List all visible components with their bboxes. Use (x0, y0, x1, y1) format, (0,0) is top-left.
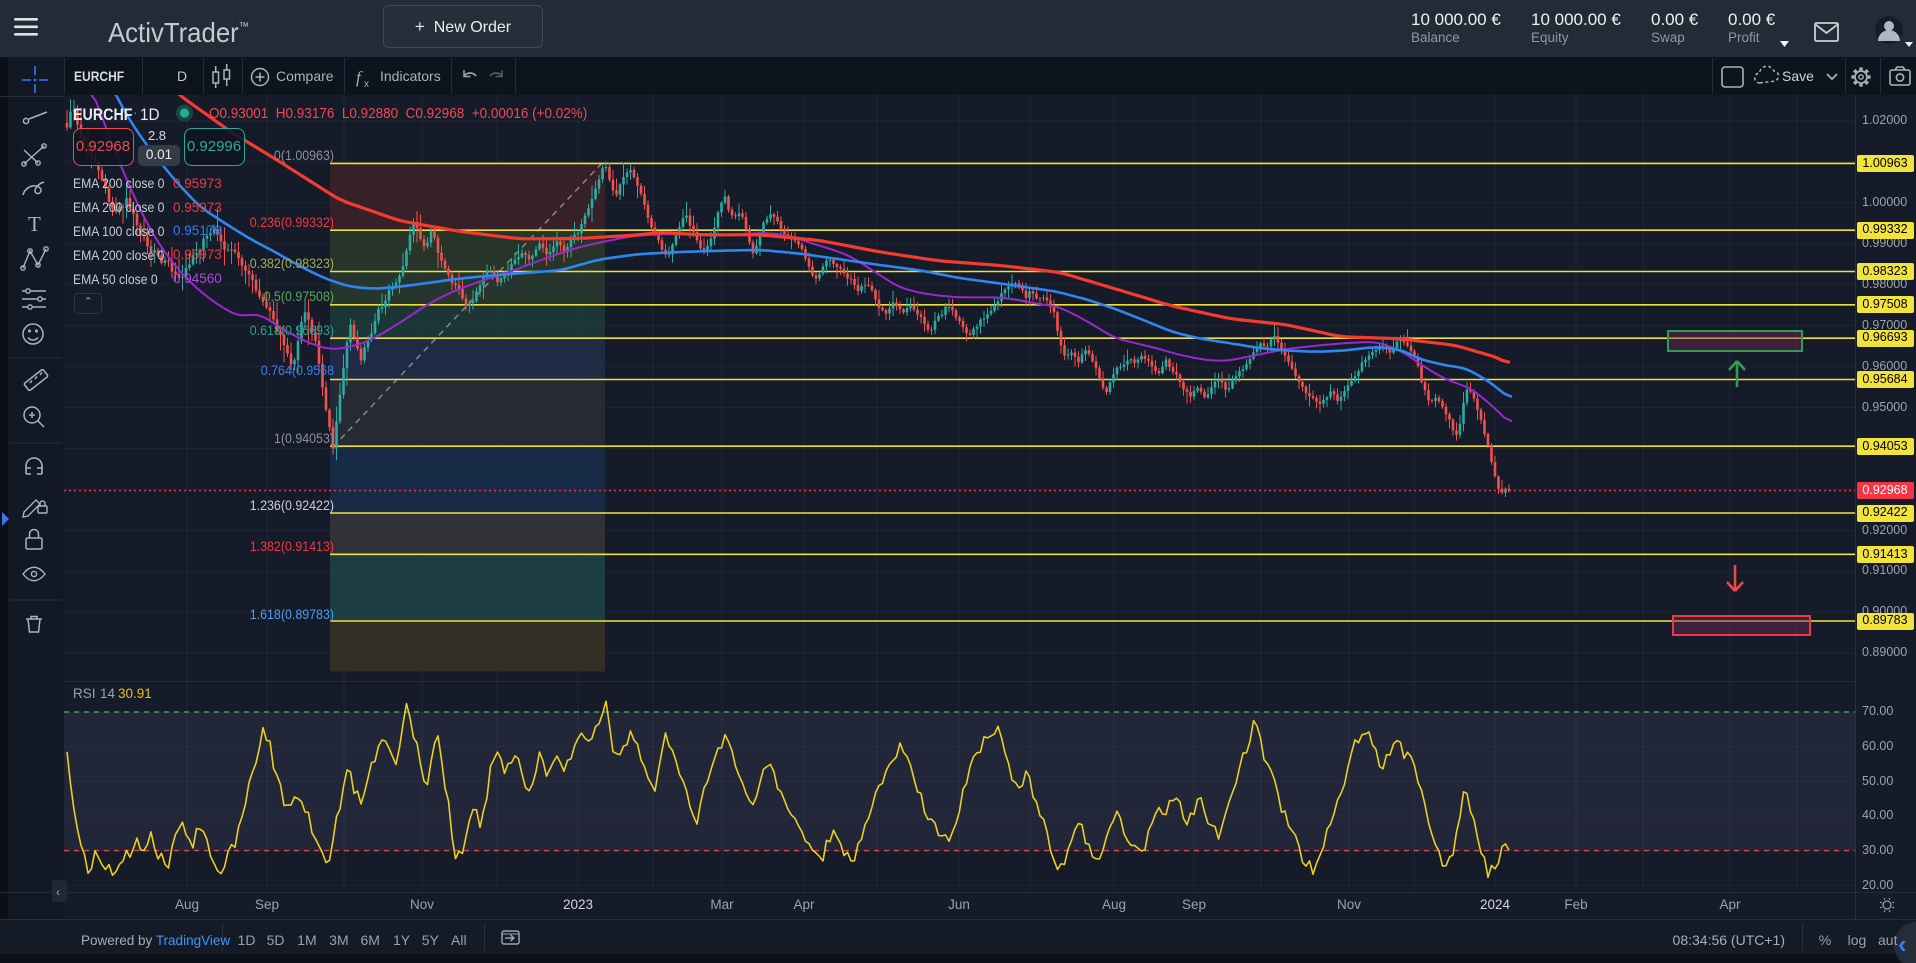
svg-text:‹: ‹ (1898, 929, 1907, 959)
svg-text:‹: ‹ (56, 885, 60, 899)
svg-text:x: x (364, 79, 369, 90)
svg-text:f: f (356, 68, 363, 87)
svg-text:T: T (28, 212, 41, 236)
